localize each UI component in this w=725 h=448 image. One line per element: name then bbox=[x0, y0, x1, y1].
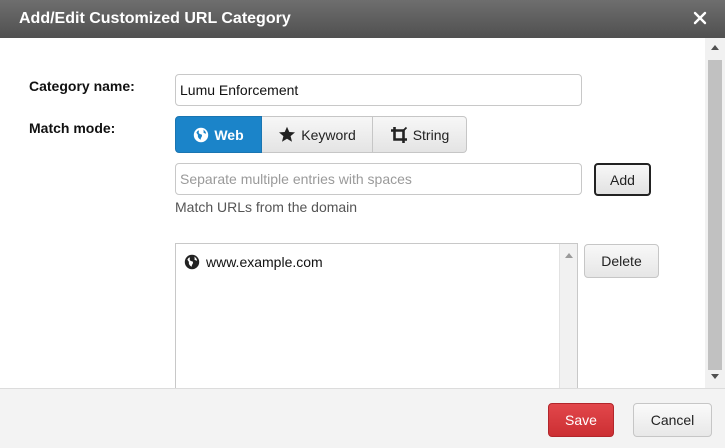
cancel-button[interactable]: Cancel bbox=[633, 403, 712, 437]
match-mode-label: Match mode: bbox=[29, 120, 116, 136]
add-button[interactable]: Add bbox=[594, 163, 651, 196]
list-item-text: www.example.com bbox=[206, 254, 323, 270]
category-name-label: Category name: bbox=[29, 78, 135, 94]
list-item[interactable]: www.example.com bbox=[184, 254, 323, 270]
crop-icon bbox=[390, 126, 408, 144]
match-mode-web-button[interactable]: Web bbox=[175, 116, 262, 153]
match-mode-web-label: Web bbox=[214, 126, 244, 143]
list-scroll-up-icon[interactable] bbox=[565, 253, 573, 258]
dialog-footer: Save Cancel bbox=[0, 388, 725, 448]
entry-input[interactable] bbox=[175, 163, 582, 195]
dialog-title: Add/Edit Customized URL Category bbox=[19, 10, 291, 27]
match-mode-string-button[interactable]: String bbox=[373, 116, 467, 153]
match-mode-keyword-label: Keyword bbox=[301, 126, 356, 143]
globe-icon bbox=[193, 127, 209, 143]
globe-icon bbox=[184, 254, 200, 270]
match-mode-selector: Web Keyword String bbox=[175, 116, 467, 153]
match-hint: Match URLs from the domain bbox=[175, 199, 358, 215]
save-button[interactable]: Save bbox=[548, 403, 614, 437]
scroll-down-icon[interactable] bbox=[711, 374, 719, 379]
entries-list[interactable]: www.example.com bbox=[175, 243, 578, 388]
match-mode-string-label: String bbox=[412, 126, 450, 143]
category-name-input[interactable] bbox=[175, 74, 582, 106]
close-icon[interactable] bbox=[693, 11, 707, 25]
dialog-titlebar: Add/Edit Customized URL Category bbox=[0, 0, 725, 38]
star-icon bbox=[278, 126, 296, 143]
match-mode-keyword-button[interactable]: Keyword bbox=[262, 116, 373, 153]
delete-button[interactable]: Delete bbox=[584, 244, 659, 278]
dialog-scrollbar[interactable] bbox=[705, 38, 725, 388]
list-scrollbar[interactable] bbox=[559, 244, 577, 388]
scroll-up-icon[interactable] bbox=[711, 45, 719, 50]
scrollbar-thumb[interactable] bbox=[708, 60, 722, 370]
